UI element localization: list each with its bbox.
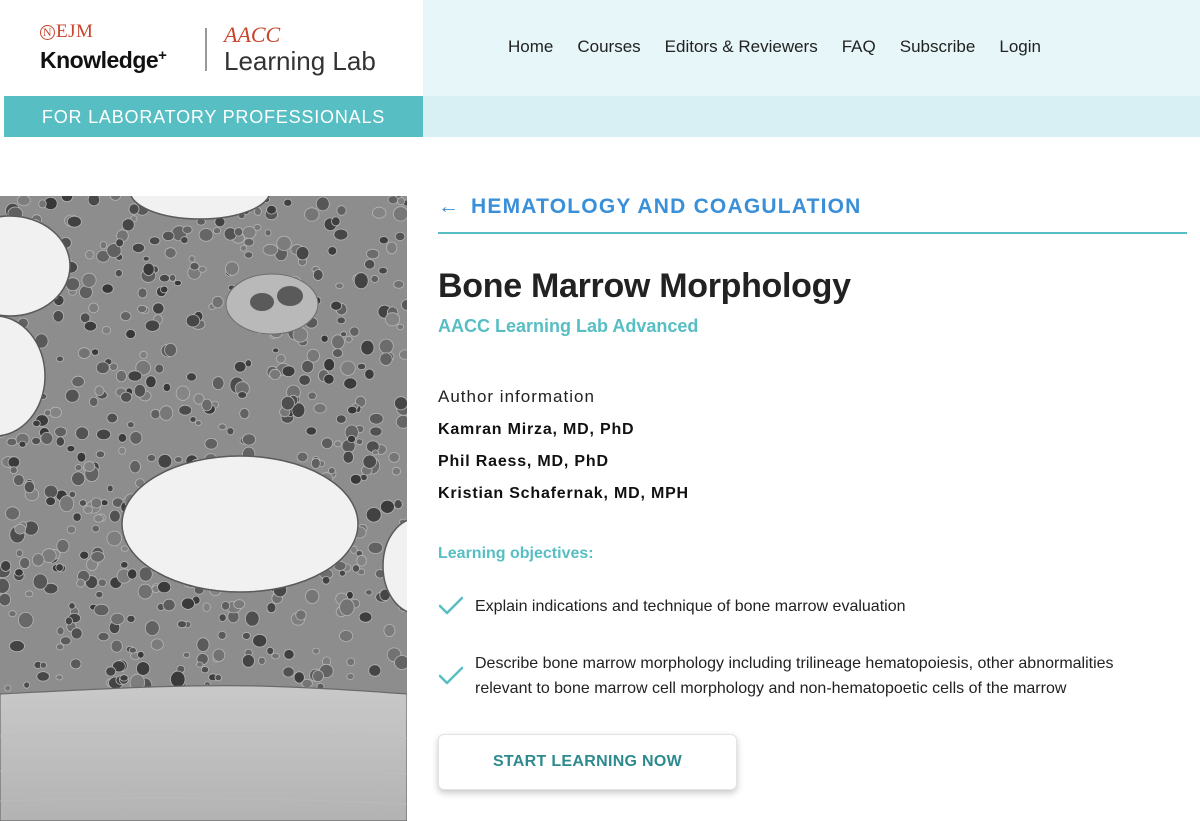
aacc-wordmark: AACC — [224, 22, 281, 47]
nav-faq[interactable]: FAQ — [842, 37, 876, 57]
knowledge-plus: + — [158, 47, 167, 64]
aacc-learning-lab-logo: AACC Learning Lab — [224, 22, 376, 76]
back-to-category-link[interactable]: ← HEMATOLOGY AND COAGULATION — [438, 195, 862, 219]
learning-objective: Explain indications and technique of bon… — [438, 593, 1158, 619]
nav-home[interactable]: Home — [508, 37, 553, 57]
arrow-left-icon: ← — [438, 195, 459, 218]
nav-editors-reviewers[interactable]: Editors & Reviewers — [665, 37, 818, 57]
objective-text: Explain indications and technique of bon… — [475, 597, 906, 615]
tagline-bar: FOR LABORATORY PROFESSIONALS — [4, 96, 423, 137]
start-learning-label: START LEARNING NOW — [492, 753, 683, 770]
learning-lab-wordmark: Learning Lab — [224, 46, 376, 76]
main-nav: Home Courses Editors & Reviewers FAQ Sub… — [508, 37, 1065, 57]
logo-divider — [205, 28, 207, 71]
nav-courses[interactable]: Courses — [577, 37, 640, 57]
nav-login[interactable]: Login — [999, 37, 1041, 57]
site-logo[interactable]: N EJM Knowledge+ AACC Learning Lab — [4, 0, 423, 96]
knowledge-wordmark: Knowledge — [40, 47, 159, 73]
author-name: Phil Raess, MD, PhD — [438, 453, 609, 470]
nejm-letters: EJM — [56, 21, 94, 42]
header-nav-area: Home Courses Editors & Reviewers FAQ Sub… — [423, 0, 1200, 96]
checkmark-icon — [438, 596, 464, 615]
learning-objective: Describe bone marrow morphology includin… — [438, 650, 1158, 702]
objective-text: Describe bone marrow morphology includin… — [475, 655, 1114, 697]
nav-subscribe[interactable]: Subscribe — [900, 37, 976, 57]
checkmark-icon — [438, 666, 464, 685]
nejm-knowledge-logo: N EJM Knowledge+ — [40, 21, 167, 73]
header-subbar — [423, 96, 1200, 137]
author-name: Kristian Schafernak, MD, MPH — [438, 485, 689, 502]
start-learning-button[interactable]: START LEARNING NOW — [438, 734, 737, 790]
bone-marrow-micrograph — [0, 196, 407, 821]
micrograph-image — [0, 196, 407, 821]
author-name: Kamran Mirza, MD, PhD — [438, 421, 635, 438]
page-title: Bone Marrow Morphology — [438, 267, 851, 305]
author-info-heading: Author information — [438, 387, 595, 406]
learning-objectives-heading: Learning objectives: — [438, 545, 594, 562]
category-divider — [438, 232, 1187, 234]
category-label: HEMATOLOGY AND COAGULATION — [471, 195, 862, 218]
nejm-circle-mark: N — [40, 25, 55, 40]
course-level: AACC Learning Lab Advanced — [438, 316, 699, 336]
